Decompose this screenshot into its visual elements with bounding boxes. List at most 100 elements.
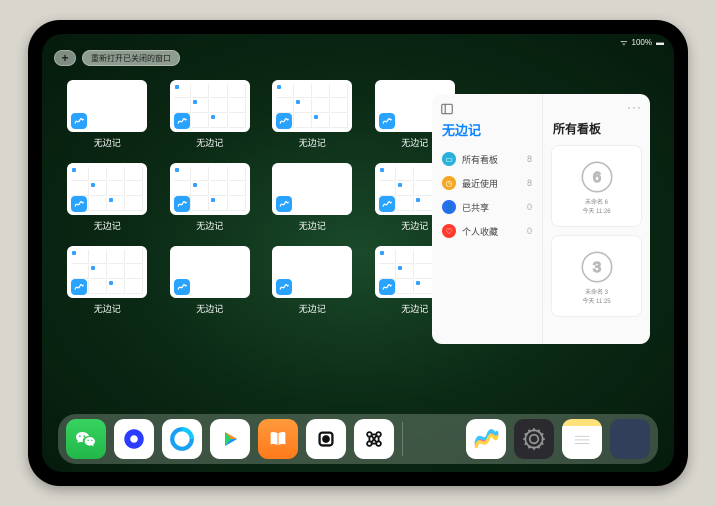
window-label: 无边记 — [196, 302, 223, 315]
thumbnail-preview — [170, 163, 250, 215]
sidebar-item-label: 最近使用 — [462, 177, 498, 190]
qqbrowser-icon[interactable] — [162, 419, 202, 459]
sidebar-item-icon: 👤 — [442, 200, 456, 214]
top-controls: + 重新打开已关闭的窗口 — [54, 50, 180, 66]
freeform-icon — [379, 196, 395, 212]
board-time: 今天 11:25 — [582, 299, 610, 306]
dock-divider — [402, 422, 403, 456]
sidebar-item-label: 个人收藏 — [462, 225, 498, 238]
thumbnail-preview — [170, 246, 250, 298]
freeform-icon — [71, 113, 87, 129]
sidebar-item-label: 所有看板 — [462, 153, 498, 166]
window-label: 无边记 — [401, 219, 428, 232]
freeform-icon — [379, 279, 395, 295]
sidebar-item-icon: ♡ — [442, 224, 456, 238]
sidebar-title: 无边记 — [442, 120, 534, 139]
board-name: 未命名 6 — [585, 200, 608, 207]
window-thumbnail[interactable]: 无边记 — [169, 80, 252, 149]
window-label: 无边记 — [196, 136, 223, 149]
window-thumbnail[interactable]: 无边记 — [271, 80, 354, 149]
board-card[interactable]: 3 未命名 3 今天 11:25 — [551, 235, 642, 317]
sidebar-item[interactable]: ♡ 个人收藏 0 — [440, 219, 534, 243]
svg-text:3: 3 — [592, 260, 600, 276]
sidebar-item-count: 8 — [527, 178, 532, 188]
sidebar-item-icon: ◷ — [442, 176, 456, 190]
freeform-icon — [174, 196, 190, 212]
window-label: 无边记 — [94, 219, 121, 232]
boards-title: 所有看板 — [553, 120, 642, 137]
battery-icon: ▬ — [656, 38, 664, 47]
notes-icon[interactable] — [562, 419, 602, 459]
window-label: 无边记 — [401, 302, 428, 315]
window-thumbnail[interactable]: 无边记 — [271, 163, 354, 232]
ipad-device: ᯤ 100% ▬ + 重新打开已关闭的窗口 无边记无边记无边记无边记无边记无边记… — [28, 20, 688, 486]
freeform-icon — [174, 113, 190, 129]
freeform-icon — [71, 196, 87, 212]
window-label: 无边记 — [299, 136, 326, 149]
sidebar-item-count: 0 — [527, 226, 532, 236]
freeform-icon — [276, 113, 292, 129]
board-name: 未命名 3 — [585, 290, 608, 297]
sidebar-panel: 无边记 ▭ 所有看板 8◷ 最近使用 8👤 已共享 0♡ 个人收藏 0 ··· … — [432, 94, 650, 344]
status-bar: ᯤ 100% ▬ — [620, 37, 664, 48]
new-window-button[interactable]: + — [54, 50, 76, 66]
app-icon[interactable] — [306, 419, 346, 459]
svg-text:6: 6 — [592, 170, 600, 186]
wechat-icon[interactable] — [66, 419, 106, 459]
app-switcher-grid: 无边记无边记无边记无边记无边记无边记无边记无边记无边记无边记无边记无边记 — [66, 80, 456, 315]
window-label: 无边记 — [94, 136, 121, 149]
window-label: 无边记 — [401, 136, 428, 149]
thumbnail-preview — [67, 246, 147, 298]
wifi-icon: ᯤ — [620, 37, 627, 48]
window-thumbnail[interactable]: 无边记 — [66, 163, 149, 232]
reopen-closed-window-button[interactable]: 重新打开已关闭的窗口 — [82, 50, 180, 66]
sidebar-item-count: 0 — [527, 202, 532, 212]
window-thumbnail[interactable]: 无边记 — [169, 163, 252, 232]
thumbnail-preview — [272, 246, 352, 298]
settings-icon[interactable] — [514, 419, 554, 459]
window-thumbnail[interactable]: 无边记 — [271, 246, 354, 315]
window-label: 无边记 — [94, 302, 121, 315]
thumbnail-preview — [67, 163, 147, 215]
sidebar-item-label: 已共享 — [462, 201, 489, 214]
board-card[interactable]: 6 未命名 6 今天 11:26 — [551, 145, 642, 227]
freeform-icon — [174, 279, 190, 295]
window-label: 无边记 — [196, 219, 223, 232]
thumbnail-preview — [272, 80, 352, 132]
freeform-icon — [71, 279, 87, 295]
sidebar-item[interactable]: ▭ 所有看板 8 — [440, 147, 534, 171]
window-label: 无边记 — [299, 219, 326, 232]
books-icon[interactable] — [258, 419, 298, 459]
board-sketch: 3 — [576, 246, 618, 288]
sidebar-right: ··· 所有看板 6 未命名 6 今天 11:26 3 未命名 3 今天 11:… — [542, 94, 650, 344]
thumbnail-preview — [272, 163, 352, 215]
thumbnail-preview — [67, 80, 147, 132]
sidebar-item[interactable]: 👤 已共享 0 — [440, 195, 534, 219]
reopen-label: 重新打开已关闭的窗口 — [91, 53, 171, 64]
sidebar-toggle-icon[interactable] — [440, 102, 454, 116]
battery-label: 100% — [632, 38, 652, 47]
sidebar-item-count: 8 — [527, 154, 532, 164]
freeform-icon — [276, 196, 292, 212]
tencent-video-icon[interactable] — [210, 419, 250, 459]
window-label: 无边记 — [299, 302, 326, 315]
board-time: 今天 11:26 — [582, 209, 610, 216]
sidebar-left: 无边记 ▭ 所有看板 8◷ 最近使用 8👤 已共享 0♡ 个人收藏 0 — [432, 94, 542, 344]
thumbnail-preview — [170, 80, 250, 132]
plus-icon: + — [61, 51, 68, 65]
freeform-icon — [276, 279, 292, 295]
window-thumbnail[interactable]: 无边记 — [169, 246, 252, 315]
screen: ᯤ 100% ▬ + 重新打开已关闭的窗口 无边记无边记无边记无边记无边记无边记… — [42, 34, 674, 472]
freeform-icon[interactable] — [466, 419, 506, 459]
window-thumbnail[interactable]: 无边记 — [66, 246, 149, 315]
app-library-icon[interactable] — [610, 419, 650, 459]
window-thumbnail[interactable]: 无边记 — [66, 80, 149, 149]
freeform-icon — [379, 113, 395, 129]
board-sketch: 6 — [576, 156, 618, 198]
quark-icon[interactable] — [114, 419, 154, 459]
sidebar-item[interactable]: ◷ 最近使用 8 — [440, 171, 534, 195]
dock — [58, 414, 658, 464]
more-icon[interactable]: ··· — [627, 100, 642, 114]
app-icon[interactable] — [354, 419, 394, 459]
sidebar-item-icon: ▭ — [442, 152, 456, 166]
